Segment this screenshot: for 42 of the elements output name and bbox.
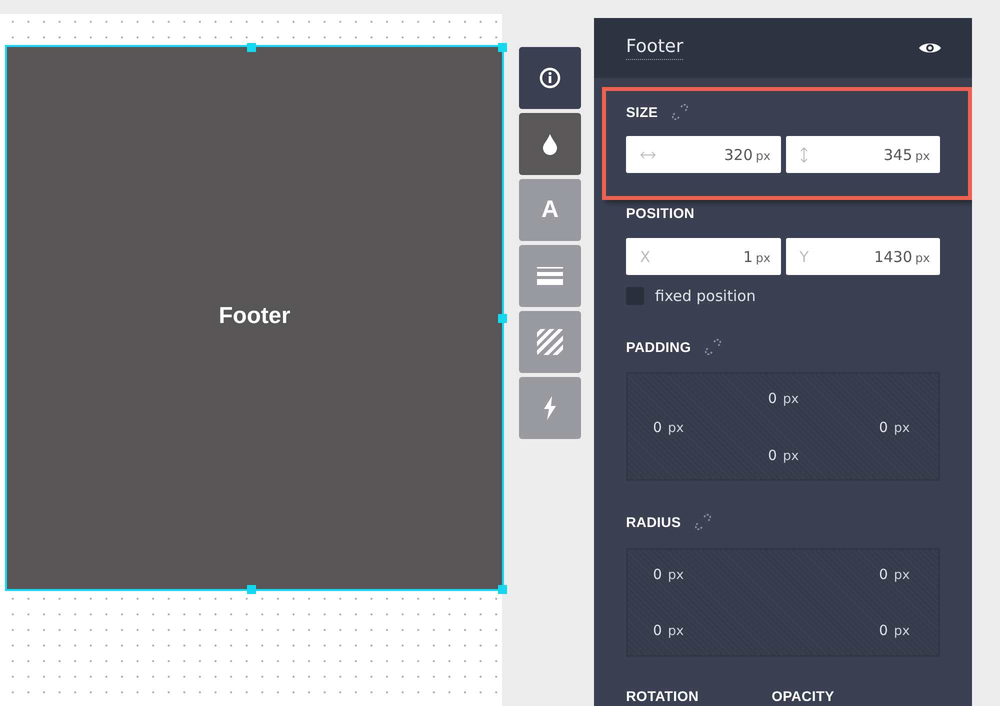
section-heading: RADIUS [626, 514, 681, 530]
x-field[interactable]: X 1 px [626, 238, 780, 275]
radius-value[interactable]: 0 px [879, 623, 910, 639]
height-arrows-icon [800, 146, 808, 162]
section-heading: SIZE [626, 104, 658, 120]
padding-value[interactable]: 0 px [768, 391, 799, 407]
field-label: X [640, 248, 650, 266]
width-field[interactable]: 320 px [626, 136, 780, 173]
lines-icon [537, 265, 563, 287]
unlink-icon [672, 104, 688, 120]
padding-value[interactable]: 0 px [653, 420, 684, 436]
stripes-icon [537, 329, 563, 355]
y-field[interactable]: Y 1430 px [786, 238, 940, 275]
section-heading: ROTATION [626, 688, 699, 704]
panel-title[interactable]: Footer [626, 36, 684, 60]
field-label: Y [800, 248, 809, 266]
section-heading: POSITION [626, 205, 694, 221]
resize-handle[interactable] [498, 314, 507, 323]
resize-handle[interactable] [247, 43, 256, 52]
footer-block[interactable]: Footer [7, 47, 502, 589]
padding-value[interactable]: 0 px [879, 420, 910, 436]
tool-button[interactable] [519, 113, 581, 175]
radius-value[interactable]: 0 px [653, 567, 684, 583]
resize-handle[interactable] [498, 585, 507, 594]
section-heading: OPACITY [772, 688, 834, 704]
eye-icon[interactable] [918, 41, 942, 55]
width-arrows-icon [640, 150, 656, 158]
padding-value[interactable]: 0 px [768, 448, 799, 464]
resize-handle[interactable] [247, 585, 256, 594]
drop-icon [542, 133, 558, 155]
radius-value[interactable]: 0 px [653, 623, 684, 639]
lightning-icon [543, 396, 557, 420]
tool-button[interactable] [519, 47, 581, 109]
unlink-icon [694, 514, 711, 530]
unlink-icon [704, 339, 721, 355]
info-icon [539, 67, 561, 89]
section-heading: PADDING [626, 339, 691, 355]
block-label: Footer [218, 302, 290, 328]
resize-handle[interactable] [498, 43, 507, 52]
radius-value[interactable]: 0 px [879, 567, 910, 583]
checkbox-label: fixed position [655, 287, 756, 305]
height-field[interactable]: 345 px [786, 136, 940, 173]
